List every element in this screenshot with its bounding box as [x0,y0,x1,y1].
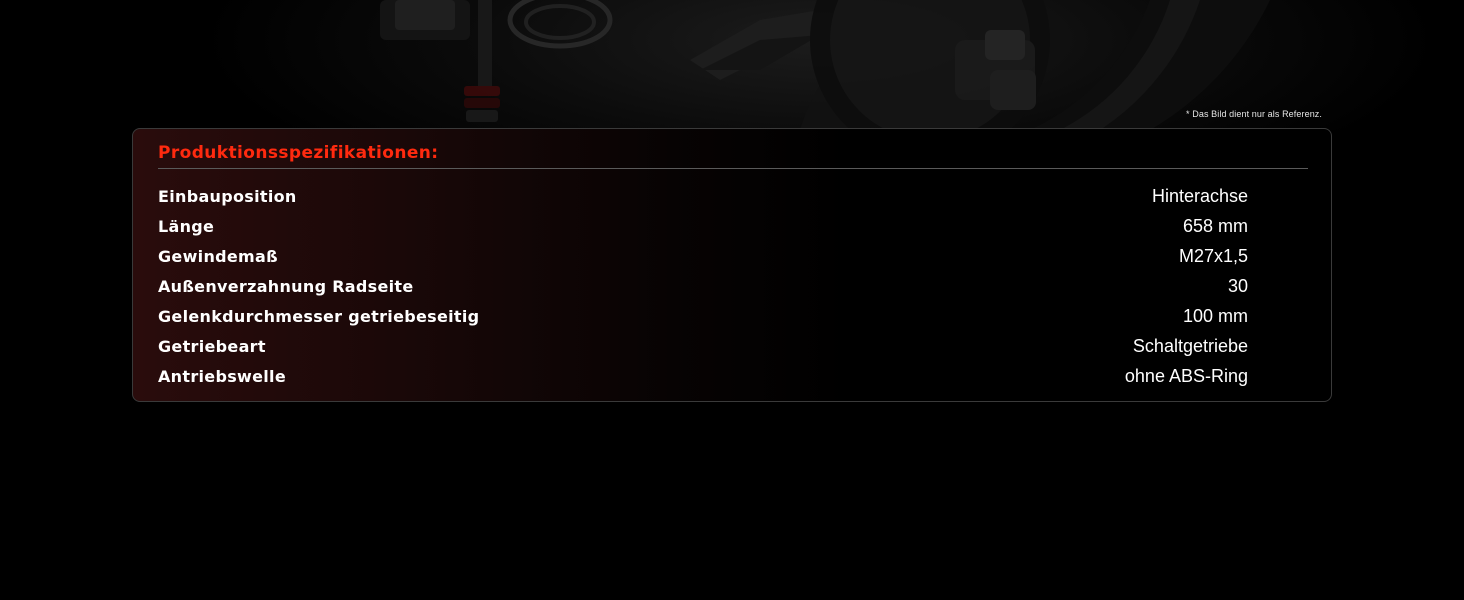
spec-label: Einbauposition [158,186,297,206]
spec-value: 30 [1227,275,1248,296]
spec-value: M27x1,5 [1178,245,1248,266]
image-disclaimer: * Das Bild dient nur als Referenz. [1186,109,1322,119]
product-hero-image: * Das Bild dient nur als Referenz. [0,0,1464,130]
spec-row: Einbauposition Hinterachse [158,181,1248,211]
spec-value: 100 mm [1182,305,1248,326]
spec-label: Antriebswelle [158,366,286,386]
specifications-panel: Produktionsspezifikationen: Einbaupositi… [132,128,1332,402]
spec-row: Antriebswelle ohne ABS-Ring [158,361,1248,391]
specifications-list: Einbauposition Hinterachse Länge 658 mm … [158,181,1248,391]
title-divider [158,168,1308,169]
spec-row: Länge 658 mm [158,211,1248,241]
spec-label: Gewindemaß [158,246,278,266]
spec-value: ohne ABS-Ring [1124,365,1248,386]
spec-row: Außenverzahnung Radseite 30 [158,271,1248,301]
specifications-title: Produktionsspezifikationen: [158,143,439,163]
spec-row: Gelenkdurchmesser getriebeseitig 100 mm [158,301,1248,331]
spec-value: 658 mm [1182,215,1248,236]
spec-row: Getriebeart Schaltgetriebe [158,331,1248,361]
spec-value: Hinterachse [1151,185,1248,206]
spec-label: Gelenkdurchmesser getriebeseitig [158,306,480,326]
spec-label: Außenverzahnung Radseite [158,276,414,296]
spec-label: Getriebeart [158,336,266,356]
spec-value: Schaltgetriebe [1132,335,1248,356]
spec-row: Gewindemaß M27x1,5 [158,241,1248,271]
spec-label: Länge [158,216,215,236]
